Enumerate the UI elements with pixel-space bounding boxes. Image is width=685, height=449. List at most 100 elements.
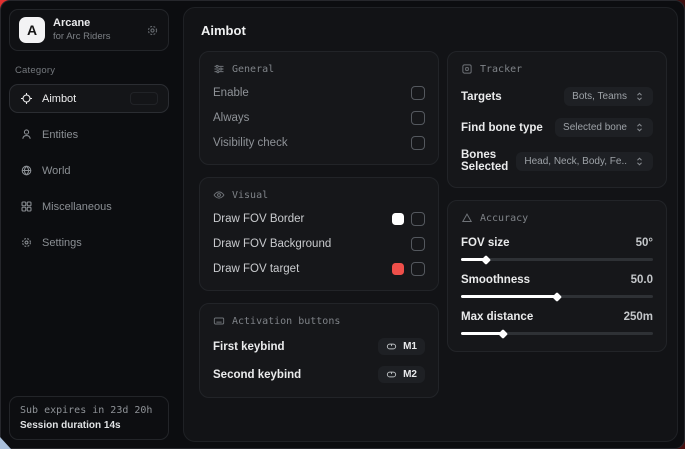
brand-title: Arcane — [53, 17, 111, 31]
activation-buttons-card: Activation buttons First keybind — [199, 303, 439, 398]
setting-label: Draw FOV Border — [213, 213, 304, 225]
setting-row-always: Always — [213, 111, 425, 125]
sidebar-item-entities[interactable]: Entities — [9, 120, 169, 149]
main-panel: Aimbot General Enable — [183, 7, 678, 442]
second-keybind-button[interactable]: M2 — [378, 366, 425, 383]
slider-header: Max distance 250m — [461, 311, 653, 323]
sidebar-item-label: Entities — [42, 129, 78, 141]
setting-row-fov-border: Draw FOV Border — [213, 212, 425, 226]
content-columns: General Enable Always Visibility check — [199, 51, 667, 410]
first-keybind-button[interactable]: M1 — [378, 338, 425, 355]
slider-thumb[interactable] — [481, 255, 491, 265]
sidebar-item-label: Settings — [42, 237, 82, 249]
setting-label: Enable — [213, 87, 249, 99]
color-swatch-red[interactable] — [392, 263, 404, 275]
setting-label: Draw FOV target — [213, 263, 299, 275]
setting-label: Visibility check — [213, 137, 288, 149]
slider-value: 250m — [624, 311, 653, 323]
sidebar-nav: Aimbot Entities World — [9, 84, 169, 257]
tracker-row-find-bone-type: Find bone type Selected bone — [461, 118, 653, 137]
eye-icon — [213, 189, 225, 201]
chevrons-up-down-icon — [634, 156, 645, 167]
setting-label: Always — [213, 112, 249, 124]
slider-value: 50° — [636, 237, 653, 249]
tracker-row-targets: Targets Bots, Teams — [461, 87, 653, 106]
sidebar-item-settings[interactable]: Settings — [9, 228, 169, 257]
keyboard-icon — [213, 315, 225, 327]
brand-subtitle: for Arc Riders — [53, 31, 111, 43]
slider-fill — [461, 295, 557, 298]
card-title-label: Visual — [232, 190, 268, 201]
card-title-label: Tracker — [480, 64, 522, 75]
max-distance-slider[interactable] — [461, 332, 653, 335]
color-swatch-white[interactable] — [392, 213, 404, 225]
keybind-value: M2 — [403, 369, 417, 380]
session-duration-text: Session duration 14s — [20, 420, 158, 431]
slider-value: 50.0 — [631, 274, 653, 286]
app-window: A Arcane for Arc Riders Category Aimbot — [0, 0, 685, 449]
sidebar-item-label: World — [42, 165, 71, 177]
general-card: General Enable Always Visibility check — [199, 51, 439, 165]
always-checkbox[interactable] — [411, 111, 425, 125]
enable-checkbox[interactable] — [411, 86, 425, 100]
slider-header: FOV size 50° — [461, 237, 653, 249]
sidebar: A Arcane for Arc Riders Category Aimbot — [1, 1, 177, 448]
brand-card: A Arcane for Arc Riders — [9, 9, 169, 51]
fov-background-checkbox[interactable] — [411, 237, 425, 251]
gear-icon[interactable] — [146, 24, 159, 37]
sidebar-item-miscellaneous[interactable]: Miscellaneous — [9, 192, 169, 221]
visual-card-header: Visual — [213, 189, 425, 201]
slider-row-max-distance: Max distance 250m — [461, 311, 653, 335]
entity-icon — [20, 128, 33, 141]
focus-target-icon — [461, 63, 473, 75]
setting-label: Draw FOV Background — [213, 238, 331, 250]
setting-row-fov-background: Draw FOV Background — [213, 237, 425, 251]
chevrons-up-down-icon — [634, 122, 645, 133]
right-column: Tracker Targets Bots, Teams — [447, 51, 667, 364]
accuracy-card: Accuracy FOV size 50° — [447, 200, 667, 352]
fov-target-checkbox[interactable] — [411, 262, 425, 276]
slider-label: FOV size — [461, 237, 510, 249]
accuracy-card-header: Accuracy — [461, 212, 653, 224]
tracker-label: Bones Selected — [461, 149, 516, 173]
keybind-label: Second keybind — [213, 369, 301, 381]
sliders-icon — [213, 63, 225, 75]
nav-item-badge — [130, 92, 158, 105]
sidebar-item-world[interactable]: World — [9, 156, 169, 185]
sub-expiry-text: Sub expires in 23d 20h — [20, 405, 158, 416]
find-bone-type-dropdown[interactable]: Selected bone — [555, 118, 653, 137]
fov-border-checkbox[interactable] — [411, 212, 425, 226]
smoothness-slider[interactable] — [461, 295, 653, 298]
sidebar-item-label: Aimbot — [42, 93, 76, 105]
chevrons-up-down-icon — [634, 91, 645, 102]
keybind-row-first: First keybind M1 — [213, 338, 425, 355]
dropdown-value: Head, Neck, Body, Fe.. — [524, 156, 627, 167]
settings-gear-icon — [20, 236, 33, 249]
triangle-icon — [461, 212, 473, 224]
card-title-label: Accuracy — [480, 213, 528, 224]
slider-label: Smoothness — [461, 274, 530, 286]
activation-card-header: Activation buttons — [213, 315, 425, 327]
slider-row-fov-size: FOV size 50° — [461, 237, 653, 261]
card-title-label: Activation buttons — [232, 316, 340, 327]
slider-thumb[interactable] — [498, 329, 508, 339]
mouse-icon — [386, 341, 397, 352]
setting-row-enable: Enable — [213, 86, 425, 100]
page-title: Aimbot — [201, 23, 667, 38]
keybind-value: M1 — [403, 341, 417, 352]
targets-dropdown[interactable]: Bots, Teams — [564, 87, 653, 106]
bones-selected-dropdown[interactable]: Head, Neck, Body, Fe.. — [516, 152, 653, 171]
card-title-label: General — [232, 64, 274, 75]
tracker-label: Find bone type — [461, 122, 543, 134]
tracker-label: Targets — [461, 91, 502, 103]
slider-fill — [461, 332, 503, 335]
left-column: General Enable Always Visibility check — [199, 51, 439, 410]
slider-label: Max distance — [461, 311, 533, 323]
sidebar-item-aimbot[interactable]: Aimbot — [9, 84, 169, 113]
visibility-check-checkbox[interactable] — [411, 136, 425, 150]
slider-thumb[interactable] — [552, 292, 562, 302]
fov-size-slider[interactable] — [461, 258, 653, 261]
tracker-card: Tracker Targets Bots, Teams — [447, 51, 667, 188]
visual-card: Visual Draw FOV Border Draw FOV Backgrou… — [199, 177, 439, 291]
tracker-card-header: Tracker — [461, 63, 653, 75]
